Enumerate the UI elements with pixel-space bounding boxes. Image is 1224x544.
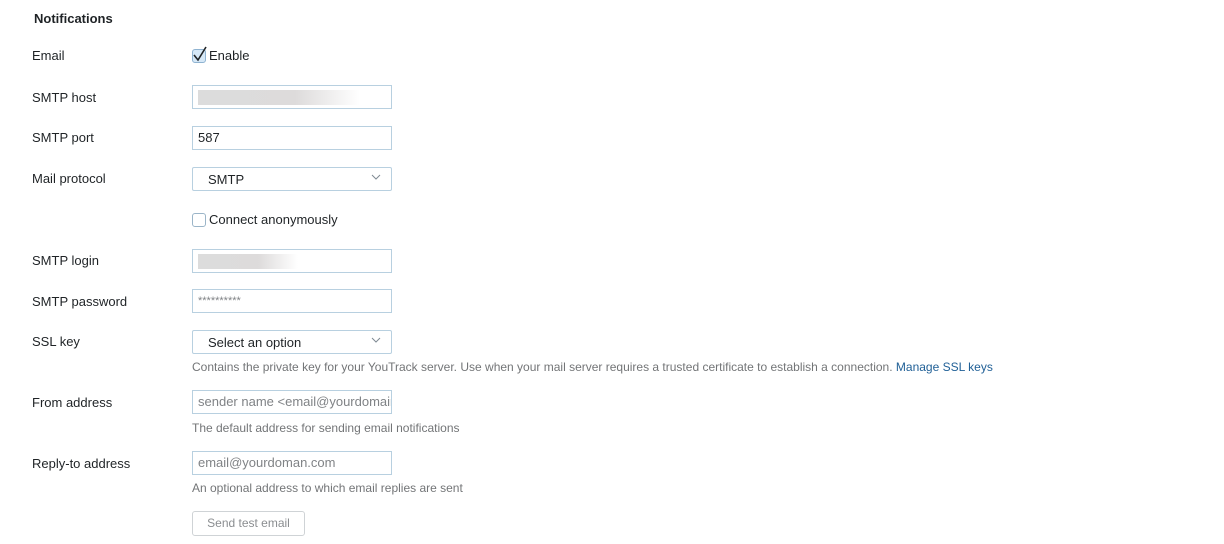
checkbox-checked[interactable]	[192, 46, 207, 63]
from-address-input[interactable]: sender name <email@yourdomain.com>	[192, 390, 392, 414]
smtp-login-input[interactable]	[192, 249, 392, 273]
ssl-key-value: Select an option	[208, 335, 302, 350]
smtp-password-value: **********	[198, 295, 241, 307]
section-title: Notifications	[34, 11, 113, 26]
reply-to-address-hint: An optional address to which email repli…	[192, 481, 463, 495]
smtp-password-input[interactable]: **********	[192, 289, 392, 313]
email-enable-checkbox[interactable]: Enable	[192, 46, 250, 63]
ssl-key-select[interactable]: Select an option	[192, 330, 392, 354]
reply-to-address-input[interactable]: email@yourdoman.com	[192, 451, 392, 475]
ssl-key-hint: Contains the private key for your YouTra…	[192, 360, 993, 374]
smtp-port-label: SMTP port	[32, 130, 94, 145]
ssl-key-hint-text: Contains the private key for your YouTra…	[192, 360, 896, 374]
connect-anonymously-checkbox[interactable]: Connect anonymously	[192, 212, 338, 227]
redacted-value	[198, 90, 360, 105]
redacted-value	[198, 254, 298, 269]
checkbox-unchecked[interactable]	[192, 212, 206, 227]
smtp-password-label: SMTP password	[32, 294, 128, 309]
manage-ssl-keys-link[interactable]: Manage SSL keys	[896, 360, 993, 374]
smtp-host-label: SMTP host	[32, 90, 97, 105]
smtp-port-input[interactable]: 587	[192, 126, 392, 150]
email-label: Email	[32, 48, 65, 63]
from-address-label: From address	[32, 395, 113, 410]
mail-protocol-value: SMTP	[208, 172, 245, 187]
send-test-email-button[interactable]: Send test email	[192, 511, 305, 536]
connect-anonymously-label: Connect anonymously	[209, 212, 338, 227]
from-address-placeholder: sender name <email@yourdomain.com>	[198, 394, 391, 409]
checkmark-icon	[193, 46, 207, 61]
enable-label: Enable	[209, 48, 250, 63]
smtp-port-value: 587	[198, 130, 220, 145]
from-address-hint: The default address for sending email no…	[192, 421, 460, 435]
mail-protocol-select[interactable]: SMTP	[192, 167, 392, 191]
smtp-host-input[interactable]	[192, 85, 392, 109]
smtp-login-label: SMTP login	[32, 253, 99, 268]
chevron-down-icon	[371, 174, 381, 180]
ssl-key-label: SSL key	[32, 334, 80, 349]
reply-to-address-placeholder: email@yourdoman.com	[198, 455, 336, 470]
reply-to-address-label: Reply-to address	[32, 456, 131, 471]
mail-protocol-label: Mail protocol	[32, 171, 106, 186]
chevron-down-icon	[371, 337, 381, 343]
